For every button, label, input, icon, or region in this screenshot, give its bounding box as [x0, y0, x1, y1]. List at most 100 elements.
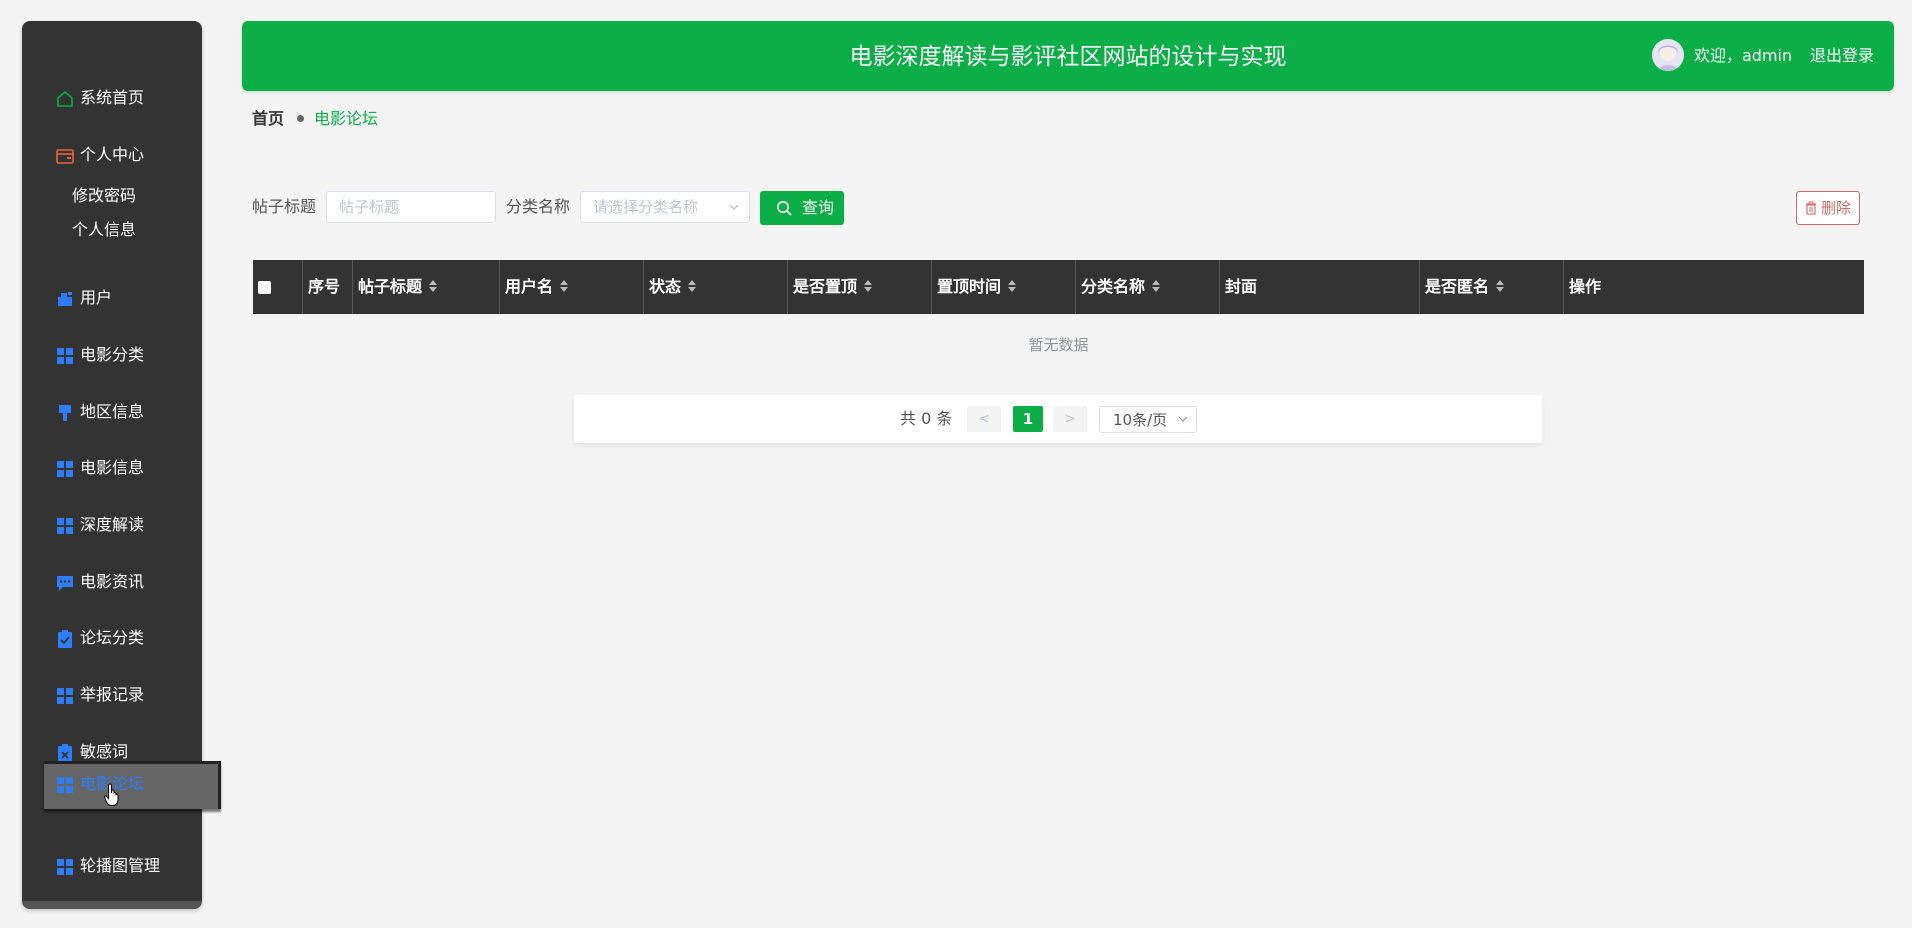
- sort-icon[interactable]: [863, 279, 873, 293]
- category-label: 分类名称: [506, 197, 571, 216]
- sidebar-item-report-records[interactable]: 举报记录: [22, 675, 202, 715]
- query-button-label: 查询: [802, 198, 835, 217]
- sidebar-item-label: 电影信息: [80, 458, 145, 477]
- chevron-down-icon: [1178, 416, 1188, 422]
- sidebar-item-movie-forum[interactable]: 电影论坛: [44, 761, 221, 809]
- wallet-icon: [56, 147, 74, 165]
- column-header-label: 操作: [1569, 277, 1602, 296]
- sidebar-item-forum-category[interactable]: 论坛分类: [22, 618, 202, 658]
- search-icon: [777, 201, 792, 216]
- delete-button[interactable]: 删除: [1796, 191, 1860, 225]
- breadcrumb-current: 电影论坛: [314, 109, 379, 128]
- breadcrumb: 首页 电影论坛: [252, 108, 378, 130]
- sidebar-item-label: 轮播图管理: [80, 856, 161, 875]
- chevron-down-icon: [729, 204, 739, 210]
- sidebar-item-movie-info[interactable]: 电影信息: [22, 448, 202, 488]
- sidebar-item-users[interactable]: 用户: [22, 278, 202, 318]
- breadcrumb-home[interactable]: 首页: [252, 109, 284, 128]
- sort-icon[interactable]: [428, 279, 438, 293]
- app-title: 电影深度解读与影评社区网站的设计与实现: [849, 44, 1287, 70]
- sidebar-item-movie-category[interactable]: 电影分类: [22, 335, 202, 375]
- column-header-cover: 封面: [1219, 260, 1419, 314]
- grid-icon: [56, 460, 74, 478]
- column-header-label: 用户名: [505, 277, 554, 296]
- page-size-select[interactable]: 10条/页: [1099, 406, 1197, 433]
- page-size-label: 10条/页: [1113, 411, 1168, 429]
- sidebar-bottom-edge: [22, 901, 202, 909]
- sort-icon[interactable]: [1007, 279, 1017, 293]
- sort-icon[interactable]: [1151, 279, 1161, 293]
- column-header-label: 置顶时间: [937, 277, 1002, 296]
- grid-icon: [56, 347, 74, 365]
- post-title-input[interactable]: [326, 191, 496, 223]
- post-title-label: 帖子标题: [252, 197, 317, 216]
- category-select-placeholder: 请选择分类名称: [593, 198, 699, 216]
- sidebar-item-home[interactable]: 系统首页: [22, 78, 202, 118]
- pin-icon: [56, 404, 74, 422]
- grid-icon: [56, 776, 74, 794]
- column-header-status[interactable]: 状态: [643, 260, 787, 314]
- delete-button-label: 删除: [1821, 199, 1852, 217]
- select-all-column: [253, 260, 302, 314]
- chat-icon: [56, 574, 74, 592]
- sort-icon[interactable]: [559, 279, 569, 293]
- column-header-post-title[interactable]: 帖子标题: [352, 260, 499, 314]
- sidebar-item-region-info[interactable]: 地区信息: [22, 392, 202, 432]
- sidebar-item-label: 敏感词: [80, 742, 129, 761]
- clipboard-icon: [56, 630, 74, 648]
- sort-icon[interactable]: [687, 279, 697, 293]
- sidebar-item-label: 系统首页: [80, 88, 145, 107]
- sidebar-subitem-change-password[interactable]: 修改密码: [72, 185, 136, 207]
- breadcrumb-separator: [297, 115, 305, 122]
- sidebar: 系统首页 个人中心 修改密码 个人信息 用户 电影分类 地区信息 电影信息 深度…: [22, 21, 221, 909]
- next-page-button[interactable]: >: [1053, 406, 1087, 432]
- column-header-category[interactable]: 分类名称: [1075, 260, 1219, 314]
- query-button[interactable]: 查询: [760, 191, 844, 225]
- column-header-pinned-time[interactable]: 置顶时间: [931, 260, 1075, 314]
- grid-icon: [56, 858, 74, 876]
- sidebar-item-label: 论坛分类: [80, 628, 145, 647]
- sidebar-item-deep-analysis[interactable]: 深度解读: [22, 505, 202, 545]
- home-icon: [56, 90, 74, 108]
- column-header-is-pinned[interactable]: 是否置顶: [787, 260, 931, 314]
- top-header: 电影深度解读与影评社区网站的设计与实现 欢迎，admin 退出登录: [242, 21, 1894, 91]
- pagination-total: 共 0 条: [900, 409, 953, 428]
- category-select[interactable]: 请选择分类名称: [580, 191, 750, 223]
- column-header-actions: 操作: [1563, 260, 1864, 314]
- logout-link[interactable]: 退出登录: [1810, 45, 1874, 67]
- page-number-1[interactable]: 1: [1013, 406, 1043, 432]
- sidebar-item-carousel-management[interactable]: 轮播图管理: [22, 846, 202, 886]
- sidebar-item-label: 深度解读: [80, 515, 145, 534]
- sidebar-item-label: 电影分类: [80, 345, 145, 364]
- sidebar-item-label: 用户: [80, 288, 113, 307]
- pagination: 共 0 条 < 1 > 10条/页: [574, 395, 1542, 443]
- column-header-label: 封面: [1225, 277, 1258, 296]
- prev-page-button[interactable]: <: [967, 406, 1001, 432]
- column-header-label: 序号: [308, 277, 341, 296]
- sidebar-item-movie-news[interactable]: 电影资讯: [22, 562, 202, 602]
- grid-icon: [56, 687, 74, 705]
- clipboard-x-icon: [56, 744, 74, 762]
- column-header-label: 分类名称: [1081, 277, 1146, 296]
- sidebar-item-label: 个人中心: [80, 145, 145, 164]
- sidebar-item-personal-center[interactable]: 个人中心: [22, 135, 202, 175]
- hand-cursor-icon: [104, 783, 119, 806]
- trash-icon: [1806, 201, 1816, 215]
- column-header-anonymous[interactable]: 是否匿名: [1419, 260, 1563, 314]
- avatar[interactable]: [1652, 39, 1684, 71]
- sort-icon[interactable]: [1495, 279, 1505, 293]
- sidebar-item-label: 电影资讯: [80, 572, 145, 591]
- select-all-checkbox[interactable]: [258, 281, 271, 294]
- column-header-label: 状态: [649, 277, 682, 296]
- sidebar-item-label: 举报记录: [80, 685, 145, 704]
- column-header-index: 序号: [302, 260, 352, 314]
- table-header: 序号 帖子标题 用户名 状态 是否置顶 置顶时间 分类名称 封面 是否匿名 操作: [253, 260, 1864, 314]
- grid-icon: [56, 517, 74, 535]
- column-header-username[interactable]: 用户名: [499, 260, 643, 314]
- empty-table-text: 暂无数据: [1028, 336, 1089, 354]
- avatar-icon: [1652, 39, 1684, 71]
- welcome-text: 欢迎，admin: [1694, 46, 1793, 65]
- sidebar-item-label: 地区信息: [80, 402, 145, 421]
- column-header-label: 是否置顶: [793, 277, 858, 296]
- sidebar-subitem-profile[interactable]: 个人信息: [72, 219, 136, 241]
